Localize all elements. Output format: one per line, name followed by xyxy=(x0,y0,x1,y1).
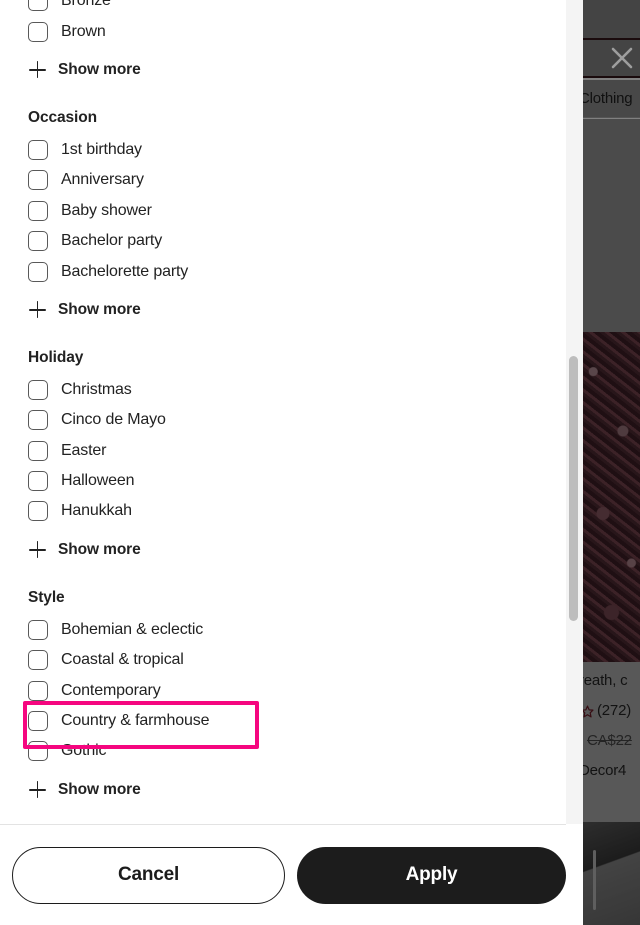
checkbox-icon[interactable] xyxy=(28,711,48,732)
listing-original-price: CA$22 xyxy=(587,726,640,756)
filters-dialog: Bronze Brown Show more Occasion 1st birthday… xyxy=(0,0,566,925)
filter-group: Bronze Brown Show more xyxy=(24,0,542,87)
filter-option[interactable]: Contemporary xyxy=(24,675,542,705)
filter-option-label: Cinco de Mayo xyxy=(61,411,166,429)
show-more-button[interactable]: Show more xyxy=(24,287,542,325)
checkbox-icon[interactable] xyxy=(28,471,48,492)
plus-icon xyxy=(29,301,46,319)
show-more-label: Show more xyxy=(58,300,141,318)
filter-group-title: Holiday xyxy=(28,348,84,366)
filter-group: Holiday Christmas Cinco de Mayo Easter Hallo… xyxy=(24,349,542,567)
breadcrumb[interactable]: Clothing xyxy=(583,80,640,118)
filter-option-label: Coastal & tropical xyxy=(61,651,184,669)
filter-option[interactable]: Country & farmhouse xyxy=(23,700,542,750)
checkbox-icon[interactable] xyxy=(28,619,48,640)
background-tile xyxy=(583,119,640,332)
checkbox-icon[interactable] xyxy=(28,261,48,282)
show-more-label: Show more xyxy=(58,60,141,78)
filter-option[interactable]: Christmas xyxy=(24,375,542,405)
checkbox-icon[interactable] xyxy=(28,501,48,522)
star-icon xyxy=(583,704,594,718)
checkbox-icon[interactable] xyxy=(28,21,48,42)
filter-option[interactable]: Hanukkah xyxy=(24,496,542,526)
show-more-button[interactable]: Show more xyxy=(24,527,542,565)
filter-option-label: Hanukkah xyxy=(61,502,132,520)
filter-groups: Bronze Brown Show more Occasion 1st birthday… xyxy=(0,0,566,807)
apply-button[interactable]: Apply xyxy=(297,846,566,904)
show-more-button[interactable]: Show more xyxy=(24,767,542,805)
filter-option[interactable]: Gothic xyxy=(24,736,542,766)
show-more-label: Show more xyxy=(58,540,141,558)
background-page: Clothing reath, c (272) CA$22 Decor4 xyxy=(583,0,640,925)
scrollbar-thumb[interactable] xyxy=(569,356,578,621)
filter-option-label: Bronze xyxy=(61,0,111,10)
filter-option-label: Halloween xyxy=(61,472,135,490)
screen-root: Clothing reath, c (272) CA$22 Decor4 Bro… xyxy=(0,0,640,925)
filter-option[interactable]: Baby shower xyxy=(24,196,542,226)
review-count: (272) xyxy=(597,702,632,719)
filter-option-label: Bohemian & eclectic xyxy=(61,620,204,638)
show-more-label: Show more xyxy=(58,780,141,798)
background-photo-bottom[interactable] xyxy=(583,822,640,925)
filter-group: Style Bohemian & eclectic Coastal & tropic… xyxy=(23,588,542,807)
checkbox-icon[interactable] xyxy=(28,440,48,461)
filter-option[interactable]: Brown xyxy=(24,16,542,46)
filter-option[interactable]: Anniversary xyxy=(24,165,542,195)
filter-option-label: Easter xyxy=(61,441,107,459)
filter-option-label: Brown xyxy=(61,22,106,40)
checkbox-icon[interactable] xyxy=(28,680,48,701)
filter-option-label: Christmas xyxy=(61,380,132,398)
filter-option-label: Baby shower xyxy=(61,201,152,219)
checkbox-icon[interactable] xyxy=(28,379,48,400)
filter-option-label: Country & farmhouse xyxy=(61,712,210,730)
scrollbar-track[interactable] xyxy=(565,0,583,824)
original-price-text: CA$22 xyxy=(587,732,632,749)
scrollbar-gutter xyxy=(565,0,583,925)
filters-scroll-area[interactable]: Bronze Brown Show more Occasion 1st birthday… xyxy=(0,0,566,824)
plus-icon xyxy=(29,541,46,559)
filter-option-label: Bachelorette party xyxy=(61,262,189,280)
filter-option-label: Gothic xyxy=(61,742,107,760)
product-listing[interactable]: reath, c (272) CA$22 Decor4 xyxy=(583,662,640,822)
filter-option[interactable]: Bachelor party xyxy=(24,226,542,256)
filter-option[interactable]: 1st birthday xyxy=(24,135,542,165)
filter-group-title: Style xyxy=(28,588,65,606)
plus-icon xyxy=(29,781,46,799)
checkbox-icon[interactable] xyxy=(28,139,48,160)
listing-shop-name: Decor4 xyxy=(583,762,627,779)
cancel-button[interactable]: Cancel xyxy=(12,846,285,904)
filter-group: Occasion 1st birthday Anniversary Baby show… xyxy=(24,109,542,327)
listing-rating: (272) xyxy=(583,696,640,726)
checkbox-icon[interactable] xyxy=(28,170,48,191)
filter-option[interactable]: Halloween xyxy=(24,466,542,496)
filter-option-label: Bachelor party xyxy=(61,232,163,250)
dialog-footer: Cancel Apply xyxy=(0,824,566,925)
checkbox-icon[interactable] xyxy=(28,650,48,671)
product-photo[interactable] xyxy=(583,332,640,662)
checkbox-icon[interactable] xyxy=(28,200,48,221)
breadcrumb-label: Clothing xyxy=(583,90,633,107)
filter-option[interactable]: Bohemian & eclectic xyxy=(24,615,542,645)
listing-title: reath, c xyxy=(583,672,628,689)
show-more-button[interactable]: Show more xyxy=(24,47,542,85)
checkbox-icon[interactable] xyxy=(28,231,48,252)
filter-option-label: Anniversary xyxy=(61,171,144,189)
checkbox-icon[interactable] xyxy=(28,0,48,12)
filter-option[interactable]: Easter xyxy=(24,436,542,466)
filter-option[interactable]: Cinco de Mayo xyxy=(24,405,542,435)
filter-option[interactable]: Coastal & tropical xyxy=(24,645,542,675)
filter-option[interactable]: Bachelorette party xyxy=(24,256,542,286)
filter-option[interactable]: Bronze xyxy=(24,0,542,16)
background-topbar xyxy=(583,0,640,40)
filter-option-label: Contemporary xyxy=(61,681,161,699)
filter-group-title: Occasion xyxy=(28,108,97,126)
checkbox-icon[interactable] xyxy=(28,741,48,762)
plus-icon xyxy=(29,61,46,79)
filter-option-label: 1st birthday xyxy=(61,140,142,158)
checkbox-icon[interactable] xyxy=(28,410,48,431)
close-icon[interactable] xyxy=(583,40,640,78)
